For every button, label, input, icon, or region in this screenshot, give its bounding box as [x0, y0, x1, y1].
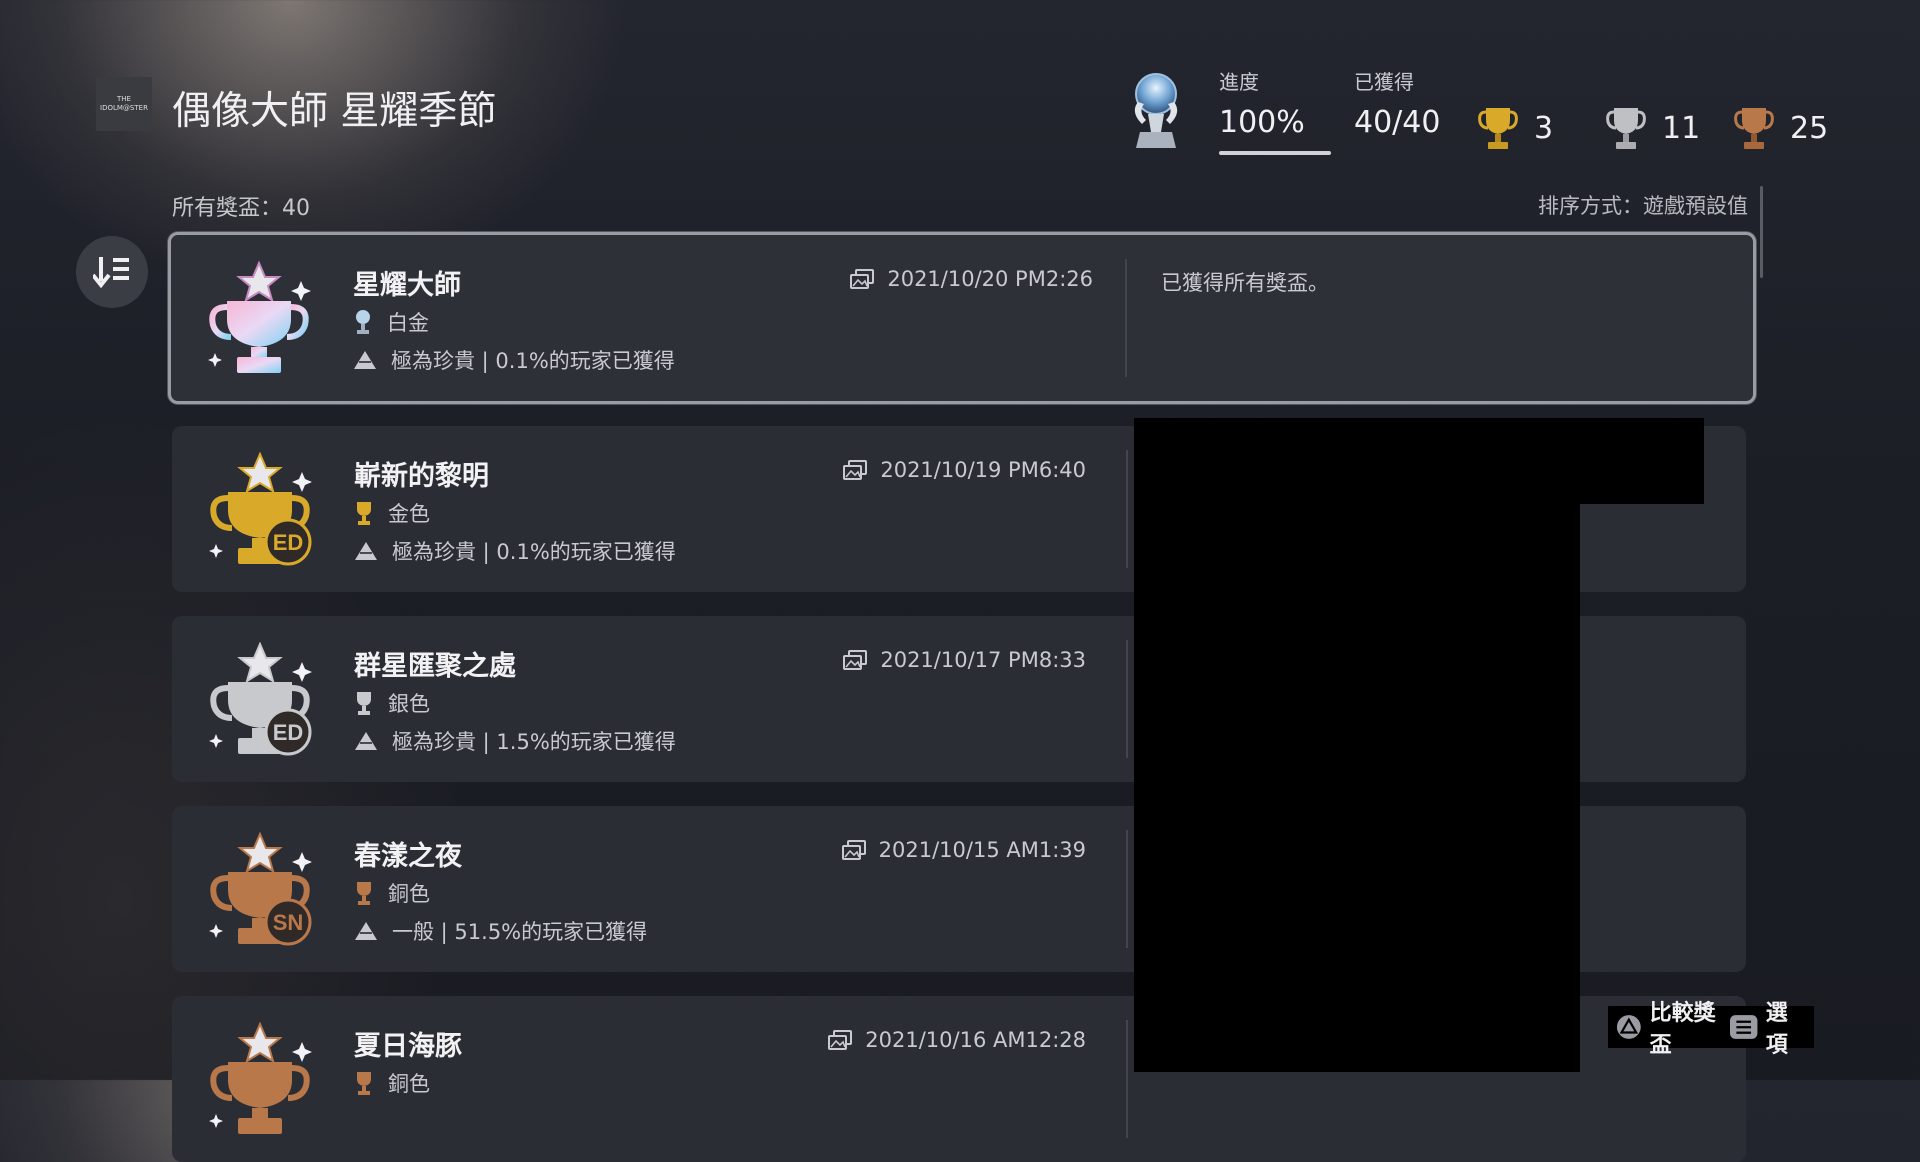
trophy-grade: 金色 — [354, 498, 430, 528]
earned-label: 已獲得 — [1354, 70, 1414, 94]
trophy-grade-label: 銅色 — [388, 882, 430, 906]
trophy-grade: 銀色 — [354, 688, 430, 718]
trophy-card-focused[interactable]: 星耀大師白金極為珍貴 | 0.1%的玩家已獲得 2021/10/20 PM2:26… — [168, 232, 1756, 404]
trophy-date-label: 2021/10/17 PM8:33 — [880, 648, 1086, 672]
earned-value: 40/40 — [1354, 105, 1441, 140]
card-divider — [1125, 259, 1127, 377]
card-divider — [1126, 1020, 1128, 1138]
trophy-date-label: 2021/10/15 AM1:39 — [878, 838, 1086, 862]
trophy-rarity: 一般 | 51.5%的玩家已獲得 — [354, 916, 647, 946]
silver-grade-icon — [357, 692, 371, 715]
trophy-image: ED — [202, 641, 318, 758]
options-button-icon — [1730, 1015, 1758, 1039]
redaction-block — [1134, 418, 1580, 1072]
card-divider — [1126, 450, 1128, 568]
game-logo: THE IDOLM@STER — [96, 77, 152, 131]
trophy-grade-label: 銅色 — [388, 1072, 430, 1096]
sort-mode-label[interactable]: 排序方式：遊戲預設值 — [1538, 190, 1748, 220]
trophy-date: 2021/10/19 PM6:40 — [842, 458, 1086, 482]
compare-trophies-hint[interactable]: 比較獎盃 — [1616, 995, 1730, 1059]
trophy-rarity-label: 極為珍貴 | 0.1%的玩家已獲得 — [391, 349, 675, 373]
trophy-rarity: 極為珍貴 | 1.5%的玩家已獲得 — [354, 726, 676, 756]
options-hint[interactable]: 選項 — [1730, 995, 1806, 1059]
trophy-grade-label: 銀色 — [388, 692, 430, 716]
button-hints-bar: 比較獎盃 選項 — [1608, 1001, 1814, 1058]
screenshot-icon — [843, 650, 868, 670]
sort-button[interactable] — [76, 236, 148, 308]
trophy-image — [202, 1021, 318, 1138]
compare-trophies-label: 比較獎盃 — [1649, 1001, 1716, 1058]
trophy-image — [201, 260, 317, 377]
trophy-date: 2021/10/16 AM12:28 — [827, 1028, 1086, 1052]
gold-grade-icon — [357, 502, 371, 525]
trophy-name: 群星匯聚之處 — [354, 651, 516, 682]
screenshot-icon — [850, 269, 875, 289]
svg-text:ED: ED — [273, 720, 304, 745]
screenshot-icon — [828, 1030, 853, 1050]
trophy-date: 2021/10/20 PM2:26 — [849, 267, 1093, 291]
silver-count: 11 — [1606, 104, 1700, 152]
silver-trophy-icon — [1606, 108, 1646, 149]
trophy-description: 已獲得所有獎盃。 — [1161, 271, 1329, 295]
progress-label: 進度 — [1219, 70, 1259, 94]
progress-stat: 進度 100% — [1219, 66, 1305, 140]
rarity-pyramid-icon — [355, 542, 377, 560]
screenshot-icon — [843, 460, 868, 480]
bronze-count: 25 — [1734, 104, 1828, 152]
trophy-date: 2021/10/15 AM1:39 — [841, 838, 1086, 862]
trophy-rarity-label: 極為珍貴 | 0.1%的玩家已獲得 — [392, 540, 676, 564]
svg-text:SN: SN — [273, 910, 304, 935]
rarity-pyramid-icon — [355, 732, 377, 750]
bronze-count-value: 25 — [1790, 110, 1829, 146]
trophy-grade-label: 金色 — [388, 502, 430, 526]
trophy-grade: 白金 — [353, 307, 429, 337]
game-logo-text: THE IDOLM@STER — [100, 95, 148, 112]
silver-count-value: 11 — [1662, 110, 1701, 146]
trophy-grade-label: 白金 — [387, 311, 429, 335]
trophy-rarity: 極為珍貴 | 0.1%的玩家已獲得 — [354, 536, 676, 566]
trophy-date: 2021/10/17 PM8:33 — [842, 648, 1086, 672]
trophy-grade: 銅色 — [354, 1068, 430, 1098]
gold-trophy-icon — [1478, 108, 1518, 149]
trophy-date-label: 2021/10/19 PM6:40 — [880, 458, 1086, 482]
trophy-name: 春漾之夜 — [354, 841, 462, 872]
trophy-grade: 銅色 — [354, 878, 430, 908]
total-trophies-label: 所有獎盃：40 — [172, 196, 310, 221]
card-divider — [1126, 640, 1128, 758]
trophy-image: SN — [202, 831, 318, 948]
rarity-pyramid-icon — [355, 922, 377, 940]
triangle-button-icon — [1616, 1015, 1641, 1039]
trophy-name: 嶄新的黎明 — [354, 461, 489, 492]
trophy-name: 夏日海豚 — [354, 1031, 462, 1062]
trophy-rarity-label: 一般 | 51.5%的玩家已獲得 — [392, 920, 648, 944]
bronze-grade-icon — [357, 882, 371, 905]
rarity-pyramid-icon — [354, 351, 376, 369]
platinum-trophy-icon — [1134, 73, 1178, 148]
bronze-grade-icon — [357, 1072, 371, 1095]
platinum-grade-icon — [356, 310, 370, 334]
trophy-date-label: 2021/10/16 AM12:28 — [865, 1028, 1086, 1052]
screenshot-icon — [841, 840, 866, 860]
page-title: 偶像大師 星耀季節 — [172, 89, 497, 134]
sort-icon — [93, 257, 129, 289]
trophy-date-label: 2021/10/20 PM2:26 — [887, 267, 1093, 291]
trophy-rarity: 極為珍貴 | 0.1%的玩家已獲得 — [353, 345, 675, 375]
svg-text:ED: ED — [273, 530, 304, 555]
progress-underline — [1219, 151, 1331, 155]
trophy-name: 星耀大師 — [353, 270, 461, 301]
bronze-trophy-icon — [1734, 108, 1774, 149]
scrollbar[interactable] — [1760, 186, 1763, 278]
trophy-image: ED — [202, 451, 318, 568]
progress-value: 100% — [1219, 105, 1305, 140]
trophy-rarity-label: 極為珍貴 | 1.5%的玩家已獲得 — [392, 730, 676, 754]
gold-count: 3 — [1478, 104, 1553, 152]
card-divider — [1126, 830, 1128, 948]
earned-stat: 已獲得 40/40 — [1354, 66, 1440, 140]
options-label: 選項 — [1765, 1001, 1788, 1058]
gold-count-value: 3 — [1534, 110, 1554, 146]
